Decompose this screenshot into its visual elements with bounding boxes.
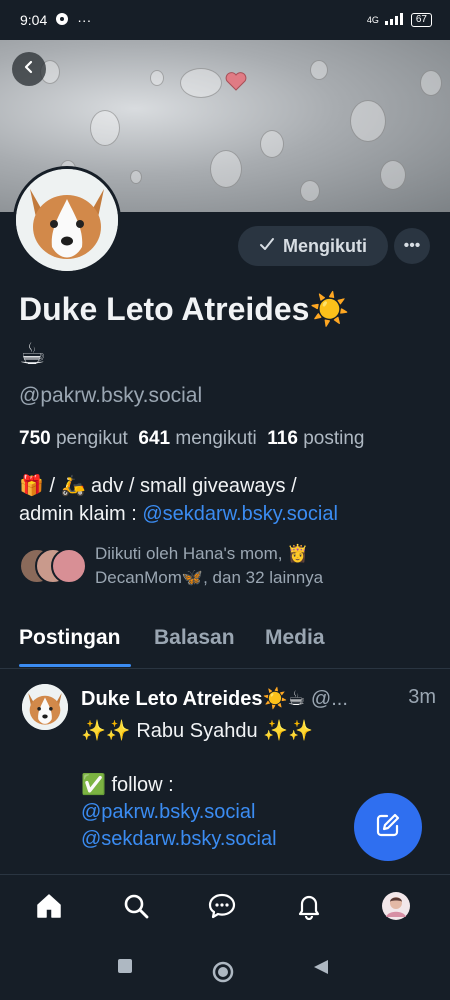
bio-line-1: 🎁 / 🛵 adv / small giveaways / bbox=[19, 475, 297, 497]
recents-button[interactable] bbox=[117, 958, 133, 979]
overflow-dots-icon: ··· bbox=[77, 12, 92, 28]
bottom-navigation bbox=[0, 874, 450, 941]
bell-icon bbox=[295, 892, 323, 925]
post-author-name[interactable]: Duke Leto Atreides☀️☕ bbox=[81, 688, 305, 710]
nav-search[interactable] bbox=[119, 891, 153, 925]
status-bar: 9:04 ··· 4G 67 bbox=[0, 0, 450, 40]
tab-media[interactable]: Media bbox=[265, 626, 325, 650]
profile-tabs: Postingan Balasan Media bbox=[0, 620, 450, 669]
post-line-1: ✨✨ Rabu Syahdu ✨✨ bbox=[81, 720, 313, 742]
search-icon bbox=[122, 892, 150, 925]
posts-stat: 116 posting bbox=[267, 428, 365, 449]
post-line-2: ✅ follow : bbox=[81, 774, 174, 796]
following-button-label: Mengikuti bbox=[283, 235, 367, 256]
followed-by[interactable]: Diikuti oleh Hana's mom, 👸 DecanMom🦋, da… bbox=[19, 542, 439, 590]
display-name-text: Duke Leto Atreides☀️ bbox=[19, 291, 350, 327]
followers-stat[interactable]: 750 pengikut bbox=[19, 428, 128, 449]
profile-stats: 750 pengikut 641 mengikuti 116 posting bbox=[19, 428, 364, 450]
post-time: 3m bbox=[408, 686, 436, 708]
compose-button[interactable] bbox=[354, 793, 422, 861]
tab-posts[interactable]: Postingan bbox=[19, 626, 121, 650]
following-button[interactable]: Mengikuti bbox=[238, 226, 388, 266]
post-author-avatar[interactable] bbox=[22, 684, 68, 730]
home-system-button[interactable] bbox=[212, 961, 234, 988]
heart-drawing-icon bbox=[225, 72, 247, 91]
display-name: Duke Leto Atreides☀️ ☕ bbox=[19, 288, 439, 376]
home-icon bbox=[35, 892, 63, 925]
avatar bbox=[381, 891, 411, 926]
following-stat[interactable]: 641 mengikuti bbox=[138, 428, 256, 449]
followed-by-text: Diikuti oleh Hana's mom, 👸 DecanMom🦋, da… bbox=[95, 544, 324, 587]
nav-notifications[interactable] bbox=[292, 891, 326, 925]
signal-icon bbox=[384, 13, 405, 27]
network-type: 4G bbox=[366, 15, 379, 25]
check-icon bbox=[259, 236, 275, 257]
nav-profile[interactable] bbox=[379, 891, 413, 925]
display-name-emoji: ☕ bbox=[19, 338, 46, 371]
nav-home[interactable] bbox=[32, 891, 66, 925]
profile-bio: 🎁 / 🛵 adv / small giveaways / admin klai… bbox=[19, 472, 439, 528]
more-icon: ••• bbox=[403, 237, 421, 254]
pinwheel-icon bbox=[55, 12, 69, 29]
battery-indicator: 67 bbox=[410, 13, 432, 27]
chat-icon bbox=[208, 892, 236, 925]
back-system-button[interactable] bbox=[312, 958, 330, 981]
profile-avatar[interactable] bbox=[13, 166, 121, 274]
bio-line-2: admin klaim : @sekdarw.bsky.social bbox=[19, 503, 338, 525]
system-navigation bbox=[0, 940, 450, 1000]
back-arrow-icon bbox=[21, 59, 37, 80]
status-time: 9:04 bbox=[20, 12, 48, 28]
bio-mention-link[interactable]: @sekdarw.bsky.social bbox=[142, 503, 338, 525]
post-author-handle: @... bbox=[310, 688, 348, 710]
active-tab-indicator bbox=[19, 664, 131, 667]
tab-replies[interactable]: Balasan bbox=[154, 626, 235, 650]
avatar bbox=[51, 548, 87, 584]
nav-chat[interactable] bbox=[205, 891, 239, 925]
post-header: Duke Leto Atreides☀️☕ @... 3m bbox=[81, 686, 436, 711]
follower-avatars bbox=[19, 548, 87, 584]
back-button[interactable] bbox=[12, 52, 46, 86]
compose-icon bbox=[374, 811, 402, 844]
more-options-button[interactable]: ••• bbox=[394, 228, 430, 264]
profile-handle: @pakrw.bsky.social bbox=[19, 384, 203, 407]
